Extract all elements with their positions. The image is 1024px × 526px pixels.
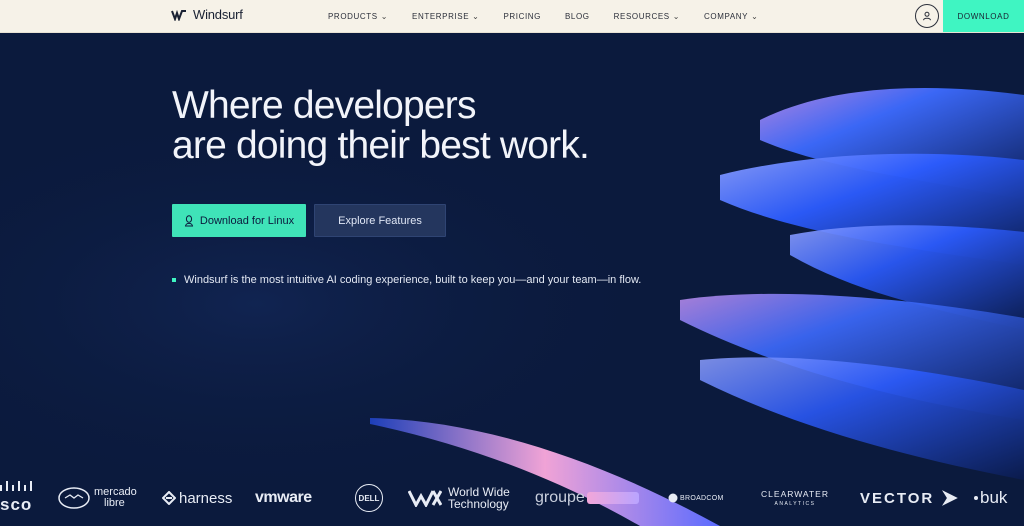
nav-label: RESOURCES (613, 11, 670, 21)
groupe-wordmark: groupe (535, 489, 585, 506)
download-linux-button[interactable]: Download for Linux (172, 204, 306, 237)
nav-pricing[interactable]: PRICING (503, 12, 541, 21)
chevron-down-icon: ⌄ (751, 11, 759, 21)
nav-resources[interactable]: RESOURCES ⌄ (614, 12, 680, 21)
mercado-line-2: libre (104, 497, 125, 509)
hero-heading-line-1: Where developers (172, 84, 477, 127)
vmware-logo: vmware (255, 470, 325, 526)
nav-label: PRICING (503, 11, 541, 21)
cisco-bars-icon (0, 481, 32, 491)
customer-logo-strip: sco mercado libre harness vmware DELL Wo… (0, 470, 1024, 526)
dell-wordmark: DELL (358, 493, 380, 503)
clearwater-line-2: ANALYTICS (774, 501, 816, 507)
vector-arrow-icon (942, 490, 959, 506)
linux-penguin-icon (184, 214, 193, 226)
buk-wordmark: buk (980, 488, 1008, 507)
brand-logo[interactable]: Windsurf (171, 7, 243, 22)
nav-label: ENTERPRISE (412, 11, 470, 21)
cisco-wordmark: sco (0, 495, 33, 514)
broadcom-circle-icon (668, 493, 678, 503)
header-download-button[interactable]: DOWNLOAD (943, 0, 1024, 32)
explore-features-label: Explore Features (338, 214, 422, 227)
hero-heading: Where developers are doing their best wo… (172, 84, 590, 167)
broadcom-wordmark: BROADCOM (680, 494, 724, 502)
hero-tagline: Windsurf is the most intuitive AI coding… (172, 274, 641, 286)
nav-label: BLOG (565, 11, 590, 21)
chevron-down-icon: ⌄ (472, 11, 480, 21)
wwt-mark-icon (408, 490, 442, 507)
chevron-down-icon: ⌄ (672, 11, 681, 21)
vector-wordmark: VECTOR (860, 489, 935, 507)
vmware-wordmark: vmware (255, 489, 312, 506)
brand-name: Windsurf (193, 7, 243, 22)
nav-company[interactable]: COMPANY ⌄ (704, 12, 758, 21)
nav-enterprise[interactable]: ENTERPRISE ⌄ (412, 12, 479, 21)
nav-blog[interactable]: BLOG (565, 12, 590, 21)
cisco-logo: sco (0, 470, 40, 526)
groupe-obscured-mark (586, 492, 639, 504)
buk-dot-icon (974, 496, 978, 500)
mercado-libre-logo: mercado libre (58, 470, 148, 526)
clearwater-analytics-logo: CLEARWATER ANALYTICS (760, 470, 830, 526)
harness-diamond-icon (162, 491, 176, 505)
harness-logo: harness (162, 470, 242, 526)
account-button[interactable] (915, 4, 939, 28)
nav-label: PRODUCTS (328, 11, 378, 21)
wwt-line-2: Technology (448, 497, 509, 511)
main-nav: PRODUCTS ⌄ ENTERPRISE ⌄ PRICING BLOG RESOU… (328, 0, 782, 32)
groupe-logo: groupe (535, 470, 645, 526)
top-nav-bar: Windsurf PRODUCTS ⌄ ENTERPRISE ⌄ PRICING B… (0, 0, 1024, 33)
download-linux-label: Download for Linux (199, 214, 295, 227)
harness-wordmark: harness (179, 489, 233, 507)
world-wide-technology-logo: World Wide Technology (408, 470, 518, 526)
tagline-text: Windsurf is the most intuitive AI coding… (184, 274, 642, 286)
chevron-down-icon: ⌄ (380, 11, 389, 21)
broadcom-logo: BROADCOM (668, 470, 730, 526)
buk-logo: buk (974, 470, 1024, 526)
nav-label: COMPANY (704, 11, 749, 21)
windsurf-logo-icon (171, 9, 186, 21)
handshake-icon (58, 487, 90, 509)
vector-logo: VECTOR (860, 470, 960, 526)
explore-features-button[interactable]: Explore Features (314, 204, 446, 237)
hero-heading-line-2: are doing their best work. (172, 124, 590, 167)
user-icon (923, 11, 931, 21)
dell-logo: DELL (355, 470, 387, 526)
nav-products[interactable]: PRODUCTS ⌄ (328, 12, 388, 21)
bullet-square-icon (172, 278, 176, 282)
clearwater-line-1: CLEARWATER (761, 489, 829, 499)
